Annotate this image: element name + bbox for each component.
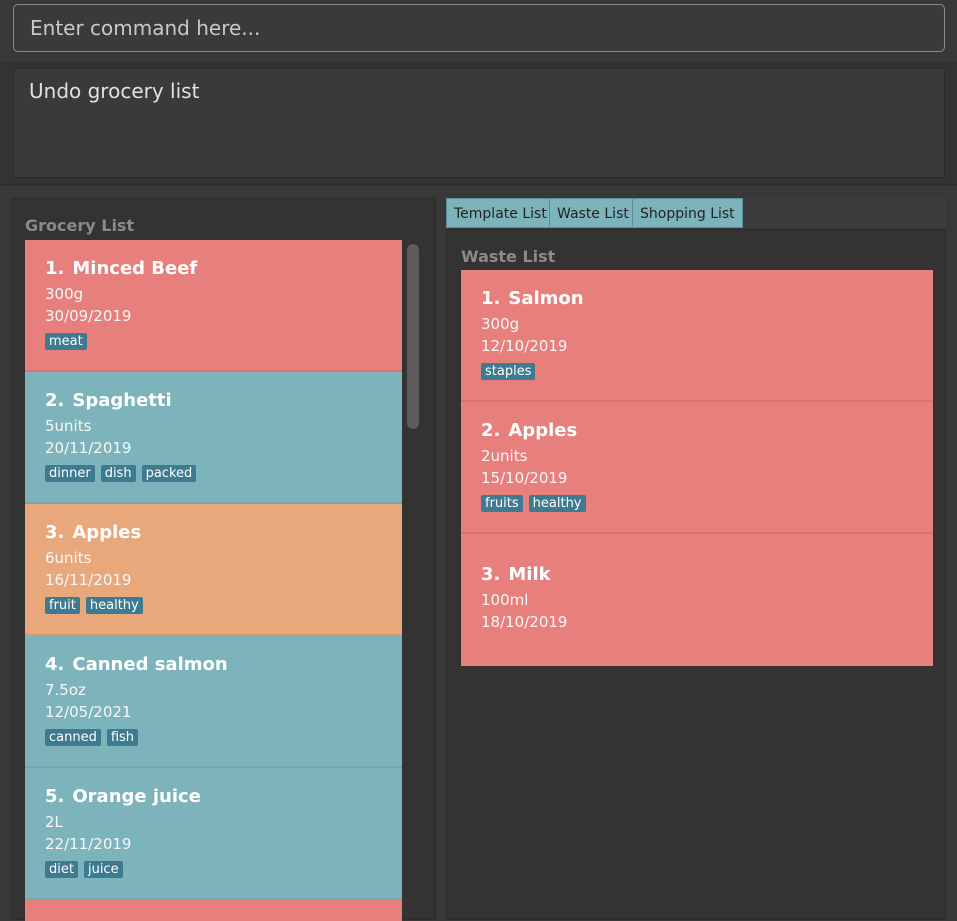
item-date: 30/09/2019 (45, 307, 132, 325)
item-title: 2. Spaghetti (45, 390, 382, 411)
item-tags: staples (481, 360, 913, 380)
right-panel: Template List Waste List Shopping List W… (446, 198, 946, 920)
item-name: Canned salmon (72, 654, 228, 675)
item-index: 1. (481, 288, 501, 309)
item-index: 3. (481, 564, 501, 585)
item-title: 2. Apples (481, 420, 913, 441)
tab-bar: Template List Waste List Shopping List (446, 198, 946, 228)
item-amount: 300g (45, 285, 84, 303)
grocery-list-panel: Grocery List 1. Minced Beef 300g 30/09/20… (11, 198, 436, 921)
item-amount: 2units (481, 447, 528, 465)
waste-card[interactable]: 3. Milk 100ml 18/10/2019 (461, 534, 933, 666)
item-index: 2. (481, 420, 501, 441)
item-name: Salmon (508, 288, 584, 309)
item-index: 1. (45, 258, 65, 279)
grocery-card[interactable]: 5. Orange juice 2L 22/11/2019 diet juice (25, 768, 402, 900)
waste-list-panel: Waste List 1. Salmon 300g 12/10/2019 stap… (446, 229, 946, 920)
tag: healthy (85, 597, 143, 614)
item-title: 1. Minced Beef (45, 258, 382, 279)
item-index: 4. (45, 654, 65, 675)
tag: juice (83, 861, 123, 878)
item-tags: diet juice (45, 858, 382, 878)
tag: fruits (481, 495, 523, 512)
tag: dish (100, 465, 136, 482)
item-amount: 300g (481, 315, 520, 333)
result-area: Undo grocery list (0, 62, 957, 184)
item-title: 1. Salmon (481, 288, 913, 309)
tag: staples (481, 363, 536, 380)
grocery-card[interactable]: 1. Minced Beef 300g 30/09/2019 meat (25, 240, 402, 372)
item-tags: fruit healthy (45, 594, 382, 614)
item-date: 15/10/2019 (481, 469, 568, 487)
tag: healthy (528, 495, 586, 512)
divider (0, 184, 957, 186)
waste-card[interactable]: 2. Apples 2units 15/10/2019 fruits healthy (461, 402, 933, 534)
grocery-card[interactable]: 4. Canned salmon 7.5oz 12/05/2021 canned f… (25, 636, 402, 768)
tag: meat (45, 333, 87, 350)
item-name: Apples (508, 420, 578, 441)
item-index: 3. (45, 522, 65, 543)
item-amount: 7.5oz (45, 681, 86, 699)
tag: dinner (45, 465, 95, 482)
tab-waste-list[interactable]: Waste List (549, 198, 637, 228)
item-title: 3. Apples (45, 522, 382, 543)
grocery-list-title: Grocery List (25, 216, 135, 235)
tab-shopping-list[interactable]: Shopping List (632, 198, 743, 228)
waste-list-title: Waste List (461, 247, 556, 266)
tag: canned (45, 729, 101, 746)
item-tags: canned fish (45, 726, 382, 746)
item-tags: meat (45, 330, 382, 350)
command-area: Enter command here... (0, 0, 957, 60)
item-date: 16/11/2019 (45, 571, 132, 589)
item-amount: 6units (45, 549, 92, 567)
item-name: Spaghetti (72, 390, 172, 411)
item-tags: dinner dish packed (45, 462, 382, 482)
tag: fruit (45, 597, 80, 614)
item-date: 18/10/2019 (481, 613, 568, 631)
item-date: 20/11/2019 (45, 439, 132, 457)
grocery-list-scrollbar[interactable] (407, 244, 419, 429)
waste-card[interactable]: 1. Salmon 300g 12/10/2019 staples (461, 270, 933, 402)
item-date: 22/11/2019 (45, 835, 132, 853)
tag: diet (45, 861, 78, 878)
waste-list[interactable]: 1. Salmon 300g 12/10/2019 staples 2. Apple… (461, 270, 933, 666)
item-date: 12/10/2019 (481, 337, 568, 355)
result-display: Undo grocery list (13, 68, 945, 178)
item-name: Milk (508, 564, 551, 585)
item-name: Apples (72, 522, 142, 543)
item-title: 4. Canned salmon (45, 654, 382, 675)
item-date: 12/05/2021 (45, 703, 132, 721)
item-title: 5. Orange juice (45, 786, 382, 807)
grocery-card[interactable]: 3. Apples 6units 16/11/2019 fruit healthy (25, 504, 402, 636)
tag: packed (141, 465, 197, 482)
item-amount: 100ml (481, 591, 529, 609)
item-title: 3. Milk (481, 564, 913, 585)
tab-template-list[interactable]: Template List (446, 198, 555, 228)
item-name: Orange juice (72, 786, 201, 807)
item-index: 5. (45, 786, 65, 807)
item-amount: 5units (45, 417, 92, 435)
item-tags: fruits healthy (481, 492, 913, 512)
item-amount: 2L (45, 813, 63, 831)
tag: fish (106, 729, 139, 746)
grocery-card[interactable]: 2. Spaghetti 5units 20/11/2019 dinner dish… (25, 372, 402, 504)
item-index: 2. (45, 390, 65, 411)
grocery-list[interactable]: 1. Minced Beef 300g 30/09/2019 meat 2. Spa… (25, 240, 402, 921)
item-name: Minced Beef (72, 258, 198, 279)
command-input[interactable]: Enter command here... (13, 4, 945, 52)
grocery-card-partial[interactable] (25, 900, 402, 921)
